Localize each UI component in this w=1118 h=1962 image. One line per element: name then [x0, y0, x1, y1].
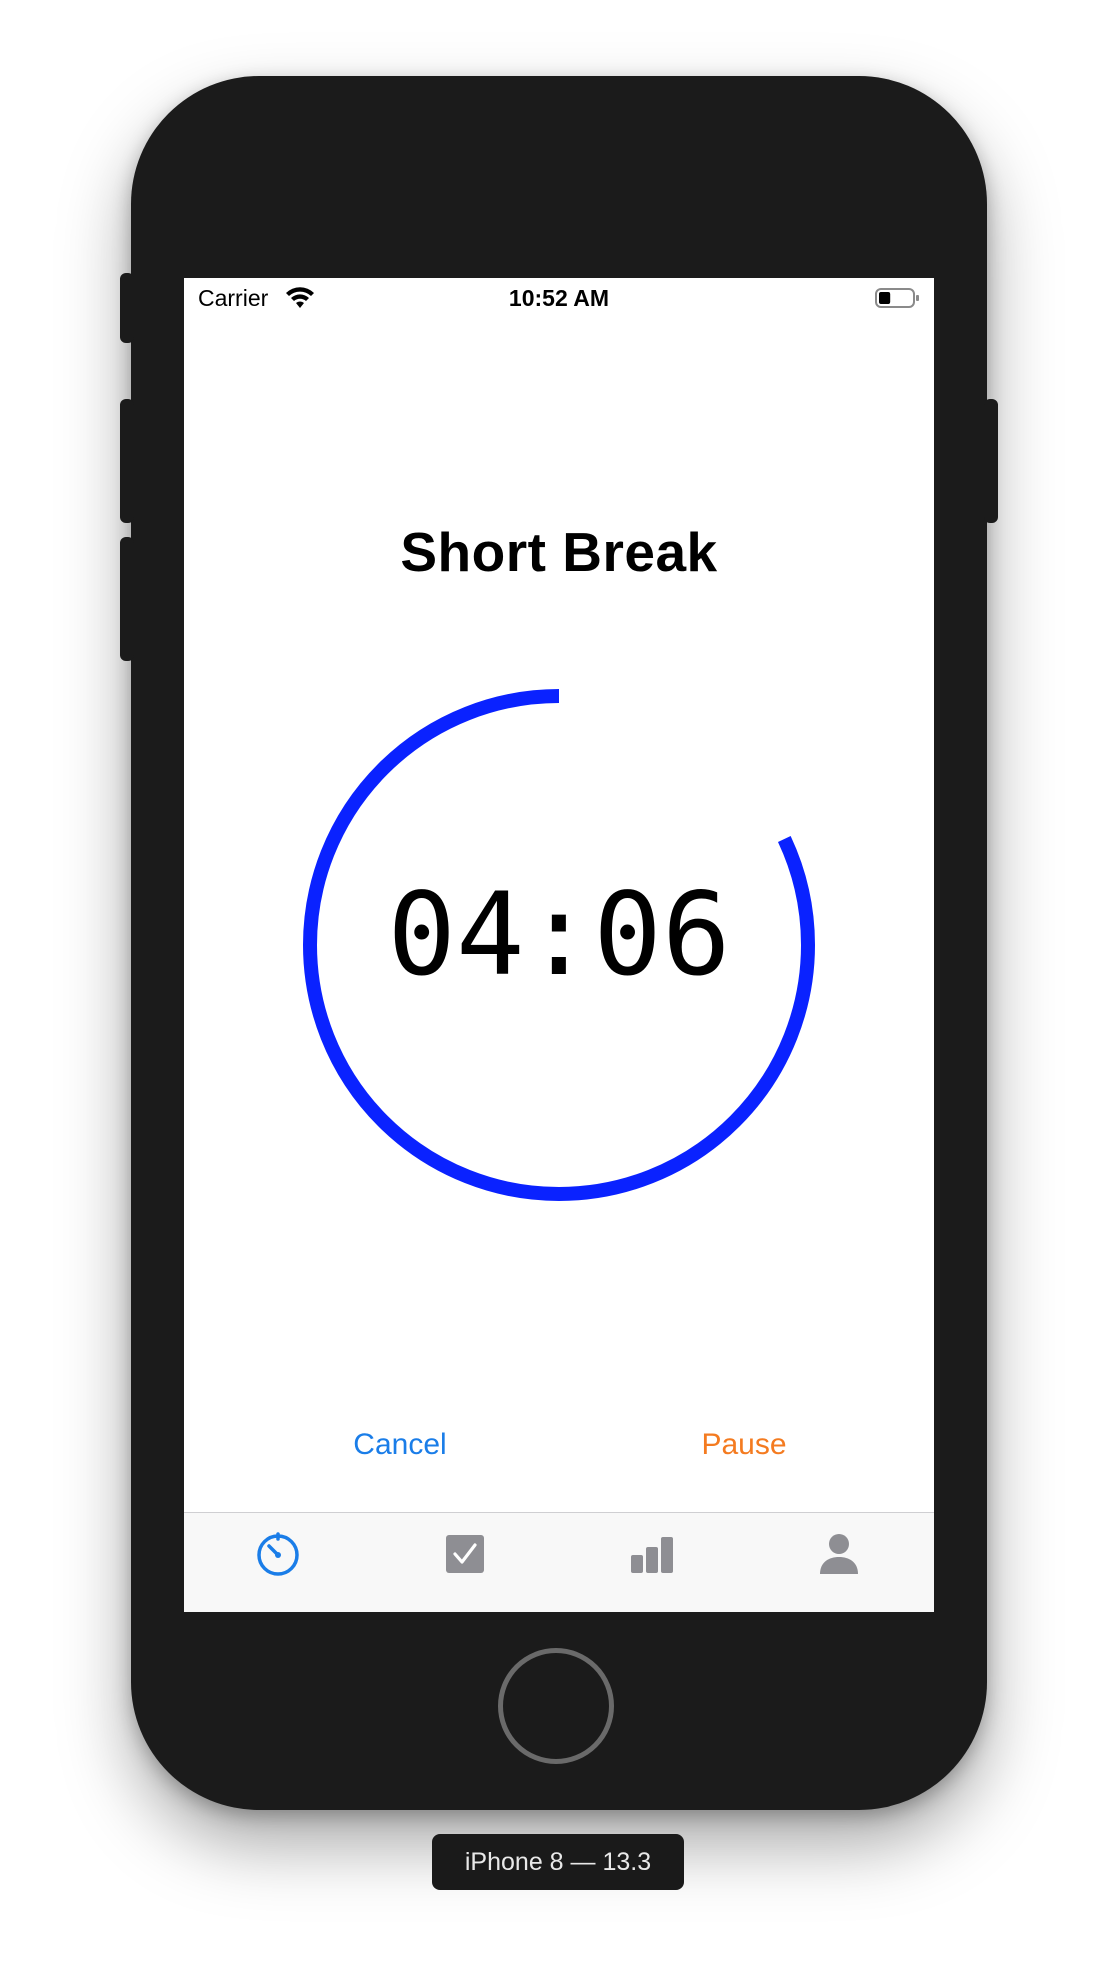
home-button[interactable]	[498, 1648, 614, 1764]
bar-chart-icon	[631, 1537, 673, 1573]
pause-button[interactable]: Pause	[684, 1428, 804, 1462]
person-icon	[820, 1534, 858, 1574]
session-title: Short Break	[400, 521, 718, 583]
cancel-button[interactable]: Cancel	[340, 1428, 460, 1462]
simulator-device-label: iPhone 8 — 13.3	[432, 1834, 684, 1890]
volume-up-button	[120, 399, 134, 523]
timer-icon	[257, 1532, 299, 1576]
countdown-timer: 04:06	[387, 868, 731, 1001]
power-button	[984, 399, 998, 523]
checkbox-icon	[446, 1535, 484, 1573]
tab-bar	[184, 1512, 934, 1612]
tab-timer[interactable]	[184, 1513, 371, 1612]
tab-tasks[interactable]	[371, 1513, 558, 1612]
mute-switch	[120, 273, 134, 343]
battery-level-fill	[879, 292, 891, 304]
app-screen: Carrier 10:52 AM Short Break 04:06 Cance…	[184, 278, 934, 1612]
battery-icon	[875, 288, 919, 308]
status-bar: Carrier 10:52 AM	[184, 278, 934, 320]
volume-down-button	[120, 537, 134, 661]
tab-stats[interactable]	[558, 1513, 745, 1612]
status-time: 10:52 AM	[508, 285, 610, 311]
simulator-stage: Carrier 10:52 AM Short Break 04:06 Cance…	[0, 0, 1118, 1962]
tab-profile[interactable]	[745, 1513, 932, 1612]
